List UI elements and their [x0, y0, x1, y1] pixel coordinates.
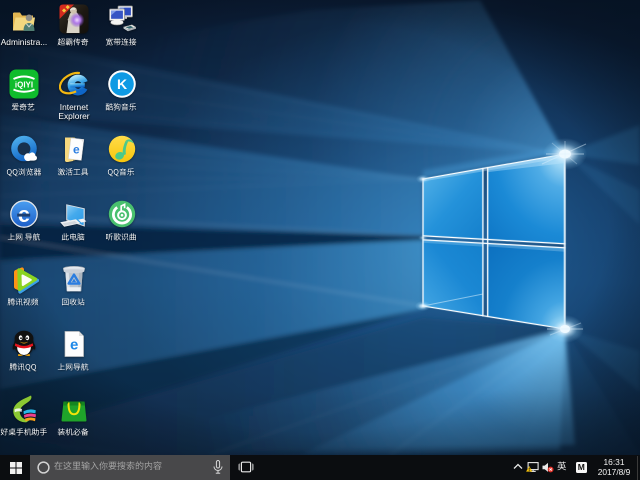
svg-text:e: e: [70, 337, 78, 354]
svg-text:iQIYI: iQIYI: [15, 80, 33, 89]
svg-text:e: e: [73, 143, 80, 157]
svg-text:K: K: [117, 76, 127, 92]
